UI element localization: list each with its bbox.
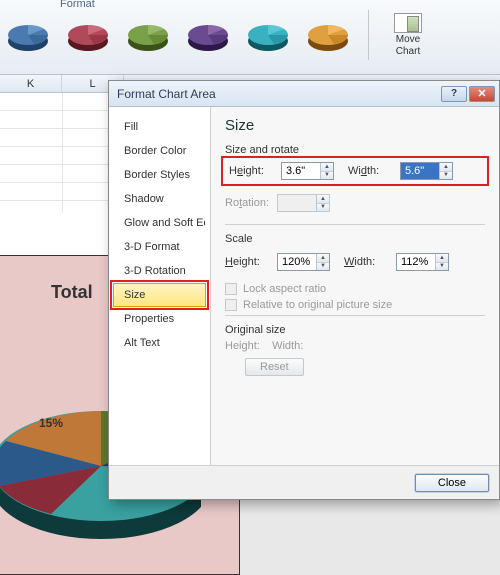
category-3d-rotation[interactable]: 3-D Rotation — [113, 259, 206, 283]
category-glow[interactable]: Glow and Soft Edges — [113, 211, 206, 235]
spin-up-icon[interactable]: ▲ — [317, 254, 329, 263]
scale-row: Height: ▲▼ Width: ▲▼ — [225, 249, 485, 275]
lock-aspect-checkbox: Lock aspect ratio — [225, 283, 485, 295]
spin-up-icon: ▲ — [317, 195, 329, 204]
spin-down-icon[interactable]: ▼ — [436, 263, 448, 271]
size-panel: Size Size and rotate Height: ▲▼ Width: ▲… — [211, 107, 499, 465]
move-chart-label2: Chart — [396, 47, 420, 58]
height-label: Height: — [229, 165, 273, 177]
chart-style-option[interactable] — [124, 11, 172, 59]
orig-height-label: Height: — [225, 340, 260, 352]
spin-up-icon[interactable]: ▲ — [321, 163, 333, 172]
chart-style-option[interactable] — [184, 11, 232, 59]
group-size-rotate: Size and rotate — [225, 144, 485, 156]
spin-down-icon[interactable]: ▼ — [317, 263, 329, 271]
ribbon-divider — [368, 10, 369, 60]
spin-up-icon[interactable]: ▲ — [440, 163, 452, 172]
dialog-help-button[interactable]: ? — [441, 86, 467, 102]
format-chart-area-dialog: Format Chart Area ? ✕ Fill Border Color … — [108, 80, 500, 500]
scale-width-label: Width: — [344, 256, 388, 268]
height-input[interactable]: ▲▼ — [281, 162, 334, 180]
panel-heading: Size — [225, 117, 485, 134]
move-chart-icon — [394, 13, 422, 33]
rotation-field — [278, 195, 316, 211]
width-input[interactable]: ▲▼ — [400, 162, 453, 180]
category-border-color[interactable]: Border Color — [113, 139, 206, 163]
category-size[interactable]: Size — [113, 283, 206, 307]
group-original-size: Original size — [225, 324, 485, 336]
close-button[interactable]: Close — [415, 474, 489, 492]
scale-width-field[interactable] — [397, 254, 435, 270]
lock-aspect-label: Lock aspect ratio — [243, 283, 326, 295]
checkbox-icon — [225, 283, 237, 295]
ribbon-tab-format[interactable]: Format — [60, 0, 95, 10]
move-chart-label1: Move — [396, 35, 420, 46]
height-field[interactable] — [282, 163, 320, 179]
rotation-row: Rotation: ▲▼ — [225, 190, 485, 216]
width-field[interactable] — [401, 163, 439, 179]
orig-width-label: Width: — [272, 340, 303, 352]
category-3d-format[interactable]: 3-D Format — [113, 235, 206, 259]
chart-style-option[interactable] — [304, 11, 352, 59]
relative-original-label: Relative to original picture size — [243, 299, 392, 311]
scale-width-input[interactable]: ▲▼ — [396, 253, 449, 271]
scale-height-field[interactable] — [278, 254, 316, 270]
category-properties[interactable]: Properties — [113, 307, 206, 331]
spin-down-icon: ▼ — [317, 204, 329, 212]
reset-button: Reset — [245, 358, 304, 376]
checkbox-icon — [225, 299, 237, 311]
scale-height-label: Height: — [225, 256, 269, 268]
relative-original-checkbox: Relative to original picture size — [225, 299, 485, 311]
dialog-titlebar[interactable]: Format Chart Area ? ✕ — [109, 81, 499, 107]
column-header[interactable]: K — [0, 75, 62, 92]
chart-data-label: 15% — [39, 416, 63, 430]
dialog-footer: Close — [109, 465, 499, 499]
dialog-close-button[interactable]: ✕ — [469, 86, 495, 102]
category-shadow[interactable]: Shadow — [113, 187, 206, 211]
size-rotate-row: Height: ▲▼ Width: ▲▼ — [225, 160, 485, 182]
move-chart-button[interactable]: Move Chart — [385, 8, 431, 62]
category-border-styles[interactable]: Border Styles — [113, 163, 206, 187]
category-fill[interactable]: Fill — [113, 115, 206, 139]
rotation-label: Rotation: — [225, 197, 269, 209]
group-scale: Scale — [225, 233, 485, 245]
rotation-input: ▲▼ — [277, 194, 330, 212]
width-label: Width: — [348, 165, 392, 177]
chart-style-option[interactable] — [244, 11, 292, 59]
chart-title[interactable]: Total — [51, 282, 93, 303]
spin-up-icon[interactable]: ▲ — [436, 254, 448, 263]
ribbon: Format Move Chart — [0, 0, 500, 75]
category-list: Fill Border Color Border Styles Shadow G… — [109, 107, 211, 465]
original-size-row: Height: Width: — [225, 340, 485, 352]
chart-style-option[interactable] — [64, 11, 112, 59]
category-alt-text[interactable]: Alt Text — [113, 331, 206, 355]
scale-height-input[interactable]: ▲▼ — [277, 253, 330, 271]
chart-style-option[interactable] — [4, 11, 52, 59]
spin-down-icon[interactable]: ▼ — [440, 172, 452, 180]
spin-down-icon[interactable]: ▼ — [321, 172, 333, 180]
dialog-title: Format Chart Area — [117, 87, 441, 101]
